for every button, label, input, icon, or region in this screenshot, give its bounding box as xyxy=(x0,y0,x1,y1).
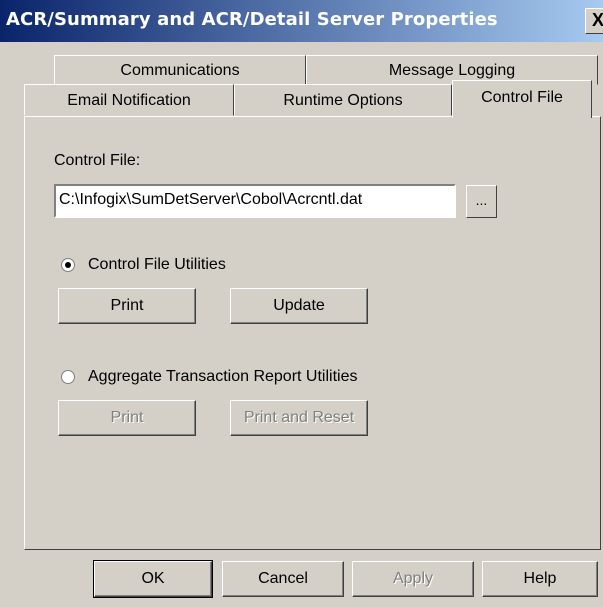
aggregate-print-button[interactable]: Print xyxy=(58,400,196,436)
control-file-utilities-label: Control File Utilities xyxy=(88,256,226,273)
cancel-button[interactable]: Cancel xyxy=(222,561,344,597)
radio-selected-dot xyxy=(65,262,71,268)
tab-email-notification[interactable]: Email Notification xyxy=(24,84,234,116)
control-file-path-input[interactable]: C:\Infogix\SumDetServer\Cobol\Acrcntl.da… xyxy=(54,184,456,218)
control-print-button[interactable]: Print xyxy=(58,288,196,324)
title-bar[interactable]: ACR/Summary and ACR/Detail Server Proper… xyxy=(0,0,603,42)
help-button[interactable]: Help xyxy=(482,561,598,597)
ok-button[interactable]: OK xyxy=(93,560,213,598)
print-and-reset-button[interactable]: Print and Reset xyxy=(230,400,368,436)
properties-dialog: ACR/Summary and ACR/Detail Server Proper… xyxy=(0,0,603,607)
tab-runtime-options[interactable]: Runtime Options xyxy=(234,84,452,116)
update-button[interactable]: Update xyxy=(230,288,368,324)
browse-button[interactable]: ... xyxy=(466,185,497,218)
tab-communications[interactable]: Communications xyxy=(54,55,306,85)
close-button[interactable]: X xyxy=(585,8,603,34)
apply-button[interactable]: Apply xyxy=(352,561,474,597)
aggregate-utilities-label: Aggregate Transaction Report Utilities xyxy=(88,368,358,385)
window-title: ACR/Summary and ACR/Detail Server Proper… xyxy=(6,9,498,30)
control-file-panel xyxy=(24,116,601,550)
aggregate-utilities-radio[interactable] xyxy=(61,370,75,384)
tab-control-file[interactable]: Control File xyxy=(452,80,592,118)
control-file-utilities-radio[interactable] xyxy=(61,258,75,272)
control-file-label: Control File: xyxy=(54,152,141,169)
